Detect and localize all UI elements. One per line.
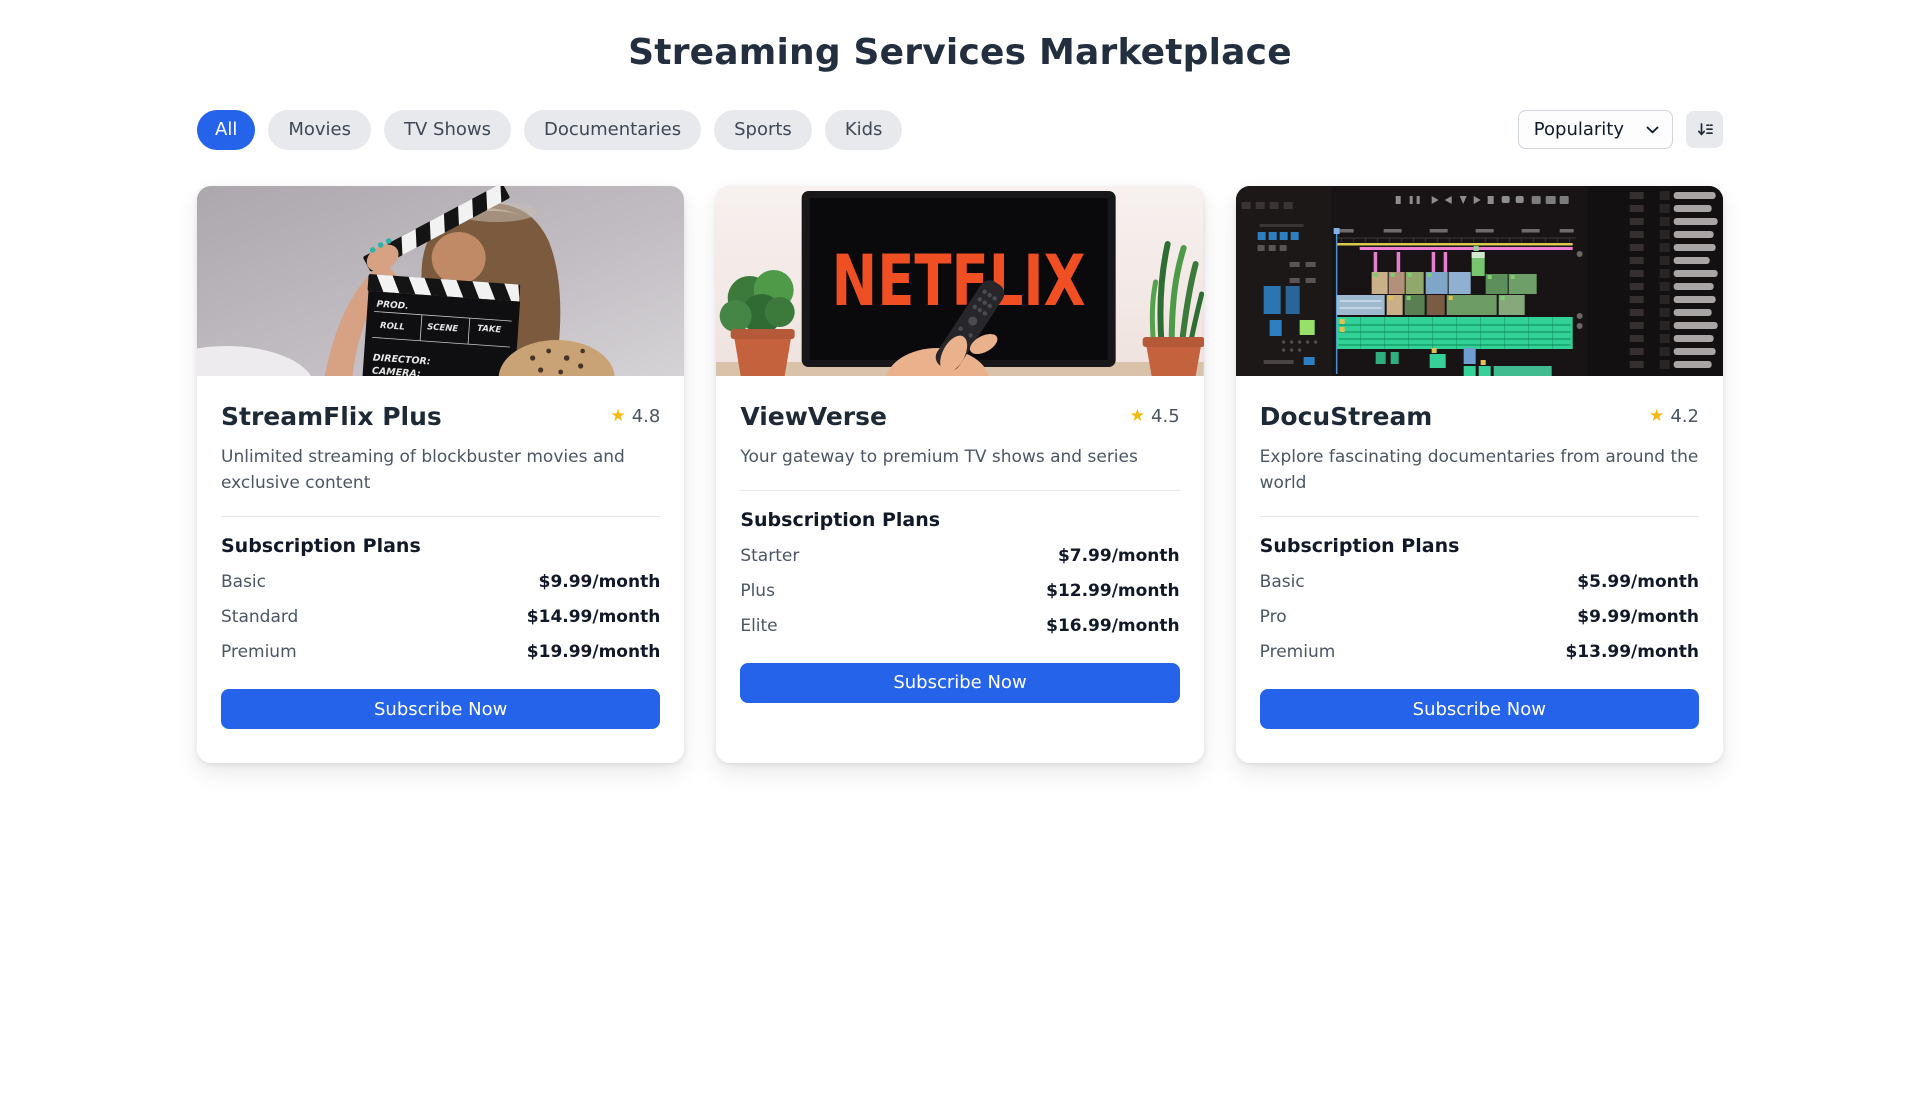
plan-price: $9.99/month xyxy=(1577,607,1699,628)
rating-value: 4.8 xyxy=(631,405,661,427)
rating: ★ 4.5 xyxy=(1130,402,1180,427)
service-card-viewverse: NETFLIX ViewVerse ★ 4.5 Your gateway to … xyxy=(716,185,1204,764)
tab-tv-shows[interactable]: TV Shows xyxy=(383,110,511,150)
toolbar: All Movies TV Shows Documentaries Sports… xyxy=(197,110,1723,150)
service-card-docustream: DocuStream ★ 4.2 Explore fascinating doc… xyxy=(1235,185,1723,764)
plan-price: $5.99/month xyxy=(1577,572,1699,593)
page-title: Streaming Services Marketplace xyxy=(628,32,1292,73)
plan-row: Starter $7.99/month xyxy=(740,546,1179,566)
plan-price: $7.99/month xyxy=(1057,545,1180,566)
editor-right-panel xyxy=(1587,185,1723,376)
plan-row: Basic $9.99/month xyxy=(221,572,660,592)
plan-name: Pro xyxy=(1259,607,1287,628)
rating: ★ 4.8 xyxy=(610,402,660,427)
card-image xyxy=(1235,185,1723,376)
person-face xyxy=(431,231,486,284)
netflix-tv-photo: NETFLIX xyxy=(716,185,1204,376)
card-title: StreamFlix Plus xyxy=(221,401,442,431)
netflix-logo-text: NETFLIX xyxy=(832,240,1086,322)
rating: ★ 4.2 xyxy=(1649,402,1699,427)
star-icon: ★ xyxy=(1129,405,1146,426)
plan-name: Premium xyxy=(1259,642,1336,663)
plan-row: Plus $12.99/month xyxy=(740,581,1179,601)
card-description: Your gateway to premium TV shows and ser… xyxy=(740,444,1180,491)
card-title: DocuStream xyxy=(1259,401,1433,431)
tab-documentaries[interactable]: Documentaries xyxy=(523,110,702,150)
plan-row: Standard $14.99/month xyxy=(221,607,660,627)
clapperboard-photo: PROD. ROLL SCENE TAKE DIRECTOR: CAMERA: … xyxy=(197,185,685,376)
sort-descending-icon xyxy=(1696,121,1714,138)
plan-price: $14.99/month xyxy=(526,607,661,628)
svg-text:TAKE: TAKE xyxy=(477,323,502,335)
plan-row: Elite $16.99/month xyxy=(740,616,1179,636)
card-body: ViewVerse ★ 4.5 Your gateway to premium … xyxy=(716,376,1203,737)
sort-controls: Popularity xyxy=(1517,110,1723,150)
subscribe-button[interactable]: Subscribe Now xyxy=(1259,689,1699,730)
plan-name: Standard xyxy=(221,607,299,628)
rating-value: 4.5 xyxy=(1151,405,1180,427)
card-title: ViewVerse xyxy=(740,401,887,431)
card-image: NETFLIX xyxy=(716,185,1204,376)
card-body: DocuStream ★ 4.2 Explore fascinating doc… xyxy=(1236,376,1723,764)
sort-select[interactable]: Popularity xyxy=(1517,110,1673,150)
plans-heading: Subscription Plans xyxy=(1259,535,1460,558)
plan-name: Elite xyxy=(740,615,778,636)
plan-price: $19.99/month xyxy=(526,642,661,663)
tab-all[interactable]: All xyxy=(197,110,256,150)
plan-name: Basic xyxy=(1259,572,1305,593)
plan-name: Basic xyxy=(221,572,267,593)
plan-row: Basic $5.99/month xyxy=(1260,572,1699,592)
svg-text:ROLL: ROLL xyxy=(380,321,405,333)
tab-sports[interactable]: Sports xyxy=(714,110,812,150)
category-tabs: All Movies TV Shows Documentaries Sports… xyxy=(197,110,903,150)
plan-price: $13.99/month xyxy=(1565,642,1699,663)
tab-kids[interactable]: Kids xyxy=(824,110,903,150)
card-image: PROD. ROLL SCENE TAKE DIRECTOR: CAMERA: … xyxy=(197,185,685,376)
rating-value: 4.2 xyxy=(1670,405,1699,427)
plan-row: Premium $19.99/month xyxy=(221,642,660,662)
card-description: Explore fascinating documentaries from a… xyxy=(1259,444,1699,518)
marketplace-app: Streaming Services Marketplace All Movie… xyxy=(197,32,1723,764)
plan-price: $9.99/month xyxy=(538,572,661,593)
plan-price: $12.99/month xyxy=(1046,580,1180,601)
plan-name: Premium xyxy=(221,642,297,663)
tab-movies[interactable]: Movies xyxy=(268,110,371,150)
plan-name: Plus xyxy=(740,580,775,601)
sort-direction-button[interactable] xyxy=(1686,111,1723,149)
editor-left-panel xyxy=(1235,185,1332,376)
plans-heading: Subscription Plans xyxy=(740,508,941,531)
subscribe-button[interactable]: Subscribe Now xyxy=(221,689,661,730)
plans-heading: Subscription Plans xyxy=(221,535,421,558)
plan-row: Premium $13.99/month xyxy=(1260,642,1699,662)
plan-name: Starter xyxy=(740,545,800,566)
plan-price: $16.99/month xyxy=(1046,615,1180,636)
chevron-down-icon xyxy=(1646,126,1659,134)
service-card-streamflix: PROD. ROLL SCENE TAKE DIRECTOR: CAMERA: … xyxy=(197,185,685,764)
video-editor-photo xyxy=(1235,185,1723,376)
service-cards-grid: PROD. ROLL SCENE TAKE DIRECTOR: CAMERA: … xyxy=(197,185,1723,764)
card-description: Unlimited streaming of blockbuster movie… xyxy=(221,444,661,518)
sort-select-value: Popularity xyxy=(1533,119,1624,141)
card-body: StreamFlix Plus ★ 4.8 Unlimited streamin… xyxy=(197,376,684,764)
clapperboard: PROD. ROLL SCENE TAKE DIRECTOR: CAMERA: … xyxy=(360,273,521,376)
star-icon: ★ xyxy=(610,405,626,426)
subscribe-button[interactable]: Subscribe Now xyxy=(740,662,1180,703)
plan-row: Pro $9.99/month xyxy=(1260,607,1699,627)
star-icon: ★ xyxy=(1649,405,1665,426)
